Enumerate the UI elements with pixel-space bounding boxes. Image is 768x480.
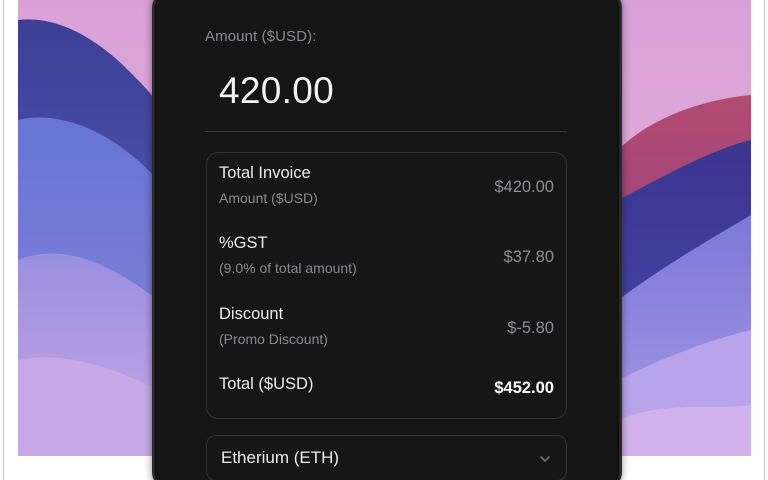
summary-row-value: $420.00	[494, 178, 554, 196]
amount-input-underline	[205, 131, 567, 132]
amount-label: Amount ($USD):	[205, 28, 317, 45]
summary-row-discount: Discount (Promo Discount)	[219, 305, 556, 347]
amount-input[interactable]: 420.00	[219, 65, 519, 117]
chevron-down-icon	[540, 456, 550, 462]
summary-row-subtitle: (Promo Discount)	[219, 331, 328, 347]
currency-select[interactable]: Etherium (ETH)	[206, 435, 567, 480]
invoice-summary-card: Total Invoice Amount ($USD) $420.00 %GST…	[206, 152, 567, 419]
summary-row-value: $-5.80	[507, 319, 554, 337]
summary-row-title: Discount	[219, 305, 284, 323]
summary-row-value: $37.80	[503, 248, 554, 266]
payment-panel: Amount ($USD): 420.00 Total Invoice Amou…	[152, 0, 622, 480]
total-value: $452.00	[494, 379, 554, 397]
currency-selected-label: Etherium (ETH)	[221, 448, 340, 467]
